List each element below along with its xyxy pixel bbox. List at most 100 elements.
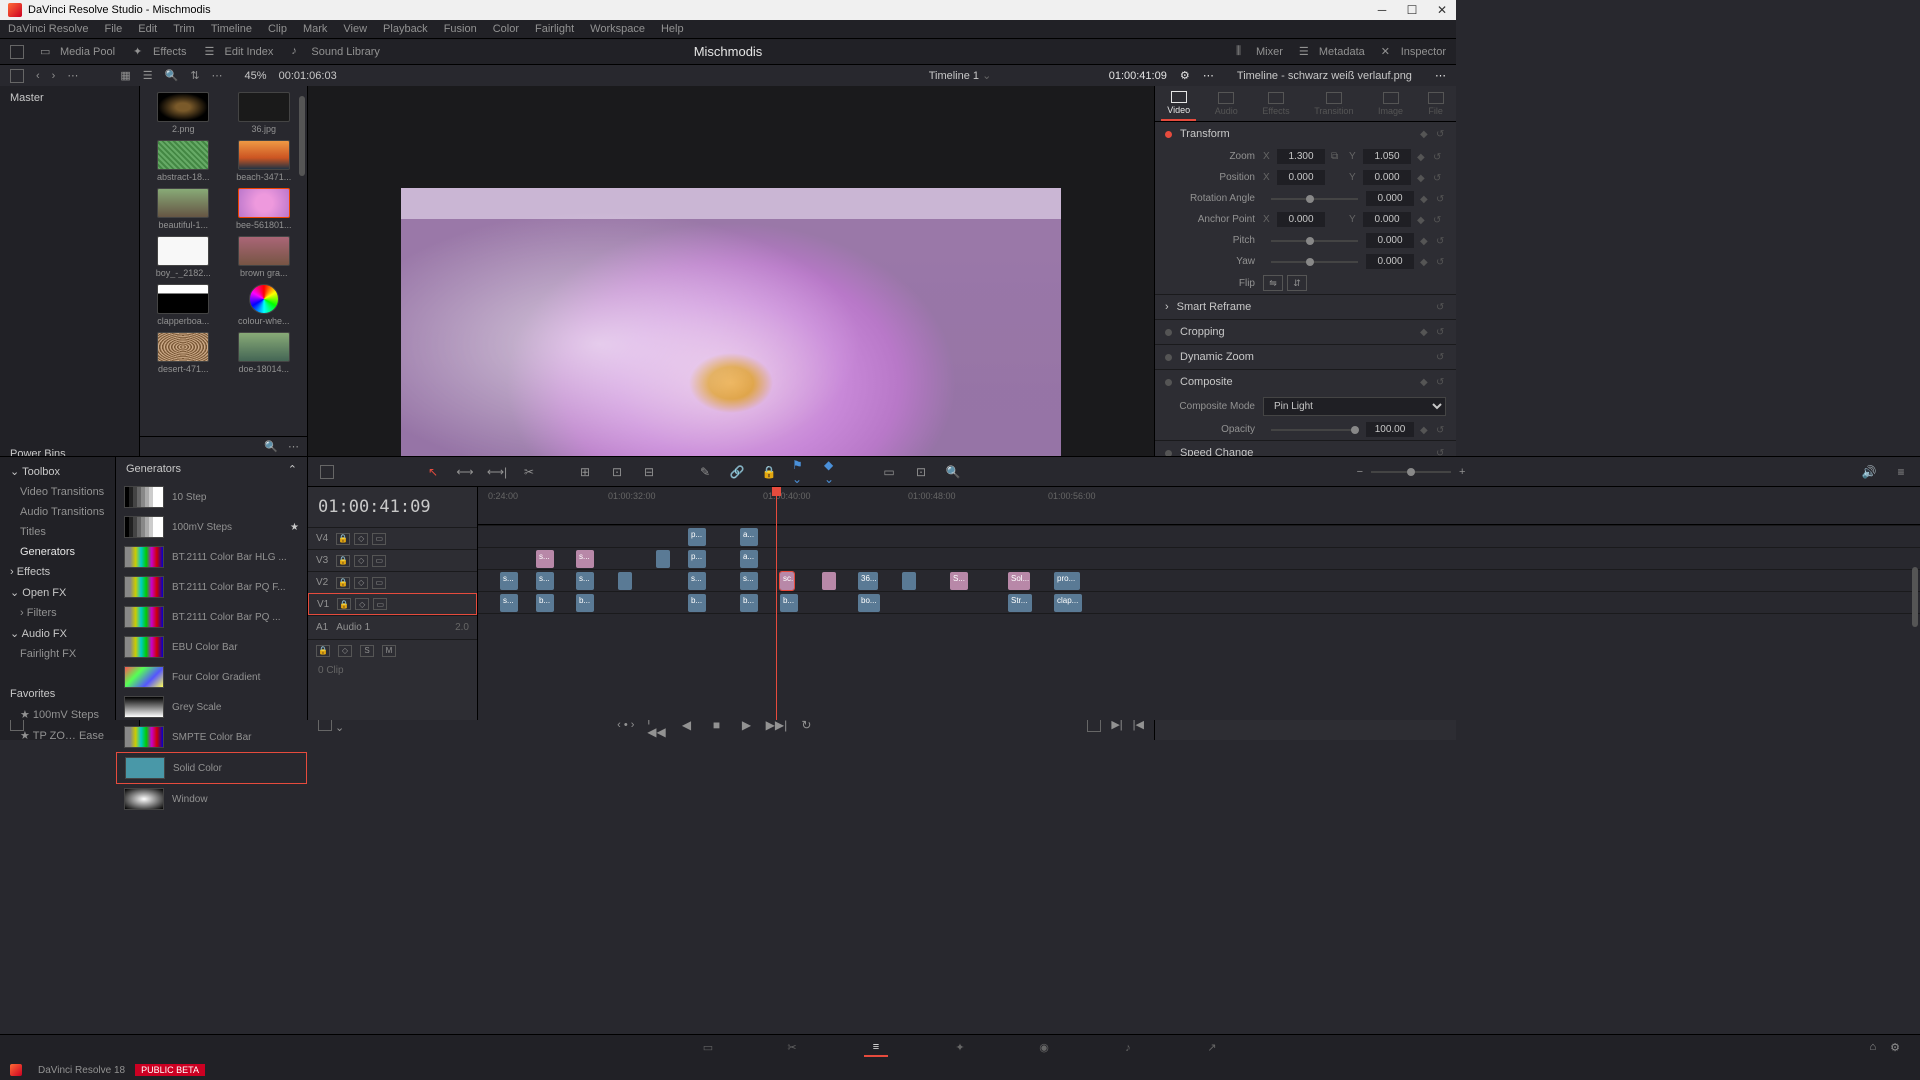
- media-pool-btn[interactable]: ▭Media Pool: [40, 45, 115, 59]
- generator-window[interactable]: Window: [116, 784, 307, 814]
- pencil-tool[interactable]: ✎: [696, 463, 714, 481]
- generator-bt-2111-color-bar-hlg----[interactable]: BT.2111 Color Bar HLG ...: [116, 542, 307, 572]
- timeline-clip[interactable]: b...: [576, 594, 594, 612]
- zoom-in-button[interactable]: +: [1459, 466, 1465, 478]
- fusion-page[interactable]: ✦: [948, 1039, 972, 1057]
- cut-page[interactable]: ✂: [780, 1039, 804, 1057]
- flip-v-button[interactable]: ⇵: [1287, 275, 1307, 291]
- media-options-icon[interactable]: ⋯: [288, 440, 299, 453]
- home-icon[interactable]: ⌂: [1869, 1041, 1876, 1054]
- master-bin[interactable]: Master: [0, 86, 139, 110]
- yaw-slider[interactable]: [1271, 261, 1358, 263]
- timeline-tracks[interactable]: 0:24:0001:00:32:0001:00:40:0001:00:48:00…: [478, 487, 1920, 720]
- menu-mark[interactable]: Mark: [303, 23, 327, 35]
- fx-category-video-transitions[interactable]: Video Transitions: [0, 482, 115, 502]
- timeline-timecode[interactable]: 01:00:41:09: [308, 487, 477, 527]
- timeline-clip[interactable]: sc...: [780, 572, 794, 590]
- inspector-tab-file[interactable]: File: [1422, 86, 1450, 121]
- search-icon[interactable]: 🔍: [165, 69, 179, 82]
- menu-help[interactable]: Help: [661, 23, 684, 35]
- effects-category[interactable]: › Effects: [0, 562, 115, 582]
- track-v2[interactable]: s...s...s...s...s...sc...36...S...Sol...…: [478, 569, 1920, 591]
- prev-marker-icon[interactable]: ‹ • ›: [617, 719, 634, 731]
- pos-x-input[interactable]: [1277, 170, 1325, 185]
- media-clip[interactable]: desert-471...: [146, 332, 221, 374]
- menu-fusion[interactable]: Fusion: [444, 23, 477, 35]
- track-header-v3[interactable]: V3🔒◇▭: [308, 549, 477, 571]
- inspector-tab-effects[interactable]: Effects: [1256, 86, 1295, 121]
- go-start-button[interactable]: |◀: [1133, 718, 1144, 732]
- media-clip[interactable]: 2.png: [146, 92, 221, 134]
- audio-icon[interactable]: 🔊: [1860, 463, 1878, 481]
- minimize-button[interactable]: ─: [1376, 4, 1388, 16]
- menu-fairlight[interactable]: Fairlight: [535, 23, 574, 35]
- match-frame-icon[interactable]: [1087, 718, 1101, 732]
- timeline-clip[interactable]: S...: [950, 572, 968, 590]
- media-clip[interactable]: boy_-_2182...: [146, 236, 221, 278]
- timeline-clip[interactable]: clap...: [1054, 594, 1082, 612]
- timeline-view-icon[interactable]: [318, 463, 336, 481]
- sort-icon[interactable]: ⇅: [190, 69, 199, 82]
- favorites-header[interactable]: Favorites: [0, 684, 115, 704]
- fx-category-titles[interactable]: Titles: [0, 522, 115, 542]
- snap-tool[interactable]: ▭: [880, 463, 898, 481]
- media-clip[interactable]: beautiful-1...: [146, 188, 221, 230]
- selection-tool[interactable]: ↖: [424, 463, 442, 481]
- track-lock-icon[interactable]: 🔒: [336, 555, 350, 567]
- generator-100mv-steps[interactable]: 100mV Steps★: [116, 512, 307, 542]
- timeline-clip[interactable]: s...: [536, 550, 554, 568]
- zoom-y-input[interactable]: [1363, 149, 1411, 164]
- pos-y-input[interactable]: [1363, 170, 1411, 185]
- generator-bt-2111-color-bar-pq----[interactable]: BT.2111 Color Bar PQ ...: [116, 602, 307, 632]
- timeline-clip[interactable]: p...: [688, 550, 706, 568]
- fx-category-generators[interactable]: Generators: [0, 542, 115, 562]
- timeline-clip[interactable]: Str...: [1008, 594, 1032, 612]
- menu-trim[interactable]: Trim: [173, 23, 195, 35]
- smart-reframe-section[interactable]: ›Smart Reframe↺: [1155, 295, 1456, 319]
- opacity-slider[interactable]: [1271, 429, 1358, 431]
- timeline-clip[interactable]: [618, 572, 632, 590]
- trim-tool[interactable]: ⟷: [456, 463, 474, 481]
- yaw-input[interactable]: [1366, 254, 1414, 269]
- menu-view[interactable]: View: [343, 23, 367, 35]
- zoom-x-input[interactable]: [1277, 149, 1325, 164]
- track-v3[interactable]: s...s...p...a...: [478, 547, 1920, 569]
- timeline-clip[interactable]: bo...: [858, 594, 880, 612]
- favorite-item[interactable]: ★ 100mV Steps: [0, 704, 115, 725]
- timeline-name[interactable]: Timeline 1 ⌄: [929, 69, 992, 82]
- fairlight-fx-item[interactable]: Fairlight FX: [0, 644, 115, 664]
- timeline-clip[interactable]: b...: [740, 594, 758, 612]
- media-clip[interactable]: beach-3471...: [227, 140, 302, 182]
- timeline-ruler[interactable]: 0:24:0001:00:32:0001:00:40:0001:00:48:00…: [478, 487, 1920, 525]
- track-view-icon[interactable]: ▭: [372, 577, 386, 589]
- audio-track-row[interactable]: [478, 613, 1920, 659]
- audio-mute-button[interactable]: M: [382, 645, 396, 657]
- menu-playback[interactable]: Playback: [383, 23, 428, 35]
- media-search-icon[interactable]: 🔍: [264, 440, 278, 453]
- audio-solo-button[interactable]: S: [360, 645, 374, 657]
- pitch-slider[interactable]: [1271, 240, 1358, 242]
- timeline-clip[interactable]: s...: [576, 572, 594, 590]
- timeline-clip[interactable]: s...: [500, 572, 518, 590]
- timeline-clip[interactable]: s...: [688, 572, 706, 590]
- media-clip[interactable]: clapperboa...: [146, 284, 221, 326]
- audiofx-category[interactable]: ⌄ Audio FX: [0, 623, 115, 644]
- viewer-menu-icon[interactable]: ⋯: [1203, 70, 1214, 82]
- generator-four-color-gradient[interactable]: Four Color Gradient: [116, 662, 307, 692]
- track-header-v4[interactable]: V4🔒◇▭: [308, 527, 477, 549]
- timeline-clip[interactable]: b...: [780, 594, 798, 612]
- timeline-clip[interactable]: s...: [500, 594, 518, 612]
- menu-davinci-resolve[interactable]: DaVinci Resolve: [8, 23, 89, 35]
- track-view-icon[interactable]: ▭: [372, 555, 386, 567]
- composite-mode-select[interactable]: Pin Light: [1263, 397, 1446, 416]
- track-view-icon[interactable]: ▭: [372, 533, 386, 545]
- toolbox-category[interactable]: ⌄ Toolbox: [0, 461, 115, 482]
- color-page[interactable]: ◉: [1032, 1039, 1056, 1057]
- menu-file[interactable]: File: [105, 23, 123, 35]
- replace-tool[interactable]: ⊟: [640, 463, 658, 481]
- inspector-tab-transition[interactable]: Transition: [1308, 86, 1359, 121]
- timeline-clip[interactable]: a...: [740, 528, 758, 546]
- track-lock-icon[interactable]: 🔒: [336, 577, 350, 589]
- metadata-btn[interactable]: ☰Metadata: [1299, 45, 1365, 59]
- timeline-clip[interactable]: p...: [688, 528, 706, 546]
